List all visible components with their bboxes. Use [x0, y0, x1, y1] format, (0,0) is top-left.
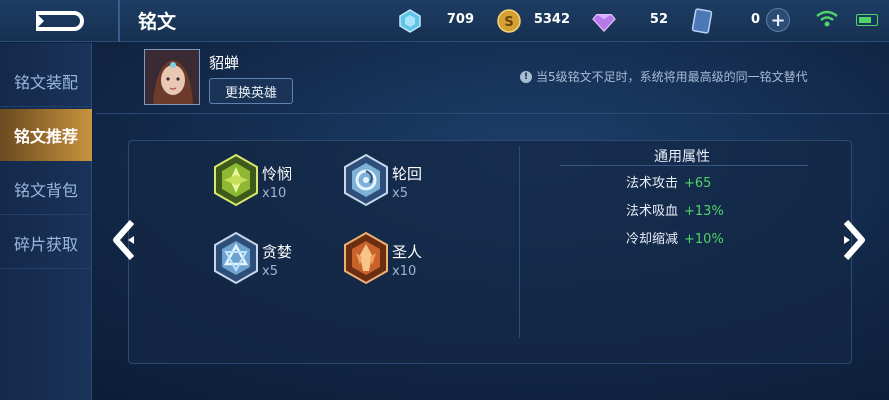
rune-count: x10 — [392, 264, 417, 279]
attribute-row: 冷却缩减 +10% — [626, 228, 724, 247]
rune-count: x5 — [392, 186, 408, 201]
top-bar: 铭文 709 S 5342 52 0 + — [0, 0, 889, 42]
rune-name: 圣人 — [392, 243, 423, 261]
rune-name: 怜悯 — [262, 165, 293, 183]
prev-arrow-button[interactable] — [110, 218, 138, 262]
green-rune-icon — [214, 153, 258, 207]
rune-count: x5 — [262, 264, 278, 279]
attribute-value: +65 — [684, 176, 712, 191]
hero-avatar — [144, 49, 200, 105]
sidebar-item-rune-recommend[interactable]: 铭文推荐 — [0, 109, 92, 161]
gold-count: 5342 — [533, 12, 570, 27]
rune-name: 贪婪 — [262, 243, 293, 261]
red-rune-icon — [344, 231, 388, 285]
attribute-label: 法术吸血 — [626, 204, 679, 219]
page-title: 铭文 — [138, 11, 177, 33]
diamond-count: 709 — [446, 12, 474, 27]
header-divider — [96, 113, 889, 114]
next-arrow-button[interactable] — [840, 218, 868, 262]
attribute-value: +10% — [684, 232, 724, 247]
sidebar-item-rune-equip[interactable]: 铭文装配 — [0, 55, 92, 107]
panel-divider — [519, 146, 520, 338]
notice-message: 当5级铭文不足时，系统将用最高级的同一铭文替代 — [536, 70, 808, 84]
wifi-icon — [816, 10, 838, 27]
rune-item[interactable]: 轮回 x5 — [342, 153, 462, 209]
attribute-label: 法术攻击 — [626, 176, 679, 191]
info-icon: ! — [520, 70, 532, 83]
plus-icon: + — [770, 9, 786, 31]
rune-name: 轮回 — [392, 165, 423, 183]
attribute-value: +13% — [684, 204, 724, 219]
crystal-count: 52 — [649, 12, 668, 27]
attributes-underline — [560, 165, 808, 166]
rune-count: x10 — [262, 186, 287, 201]
add-currency-button[interactable]: + — [766, 8, 790, 32]
hero-name: 貂蝉 — [209, 54, 240, 72]
rune-item[interactable]: 贪婪 x5 — [212, 231, 332, 287]
title-divider — [118, 0, 120, 42]
change-hero-button[interactable]: 更换英雄 — [209, 78, 293, 104]
attribute-row: 法术吸血 +13% — [626, 200, 724, 219]
attribute-label: 冷却缩减 — [626, 232, 679, 247]
attribute-row: 法术攻击 +65 — [626, 172, 711, 191]
battery-icon — [856, 14, 878, 26]
notice-text: ! 当5级铭文不足时，系统将用最高级的同一铭文替代 — [520, 68, 808, 85]
sidebar: 铭文装配 铭文推荐 铭文背包 碎片获取 — [0, 43, 92, 400]
sidebar-item-fragment-obtain[interactable]: 碎片获取 — [0, 217, 92, 269]
back-arrow-icon — [36, 11, 84, 31]
attributes-title: 通用属性 — [654, 149, 710, 165]
rune-item[interactable]: 圣人 x10 — [342, 231, 462, 287]
hero-portrait — [145, 50, 199, 104]
rune-item[interactable]: 怜悯 x10 — [212, 153, 332, 209]
blue-rune-icon — [214, 231, 258, 285]
back-button[interactable] — [18, 6, 118, 36]
voucher-count: 0 — [750, 12, 760, 27]
sidebar-item-rune-bag[interactable]: 铭文背包 — [0, 163, 92, 215]
blue-rune-icon — [344, 153, 388, 207]
